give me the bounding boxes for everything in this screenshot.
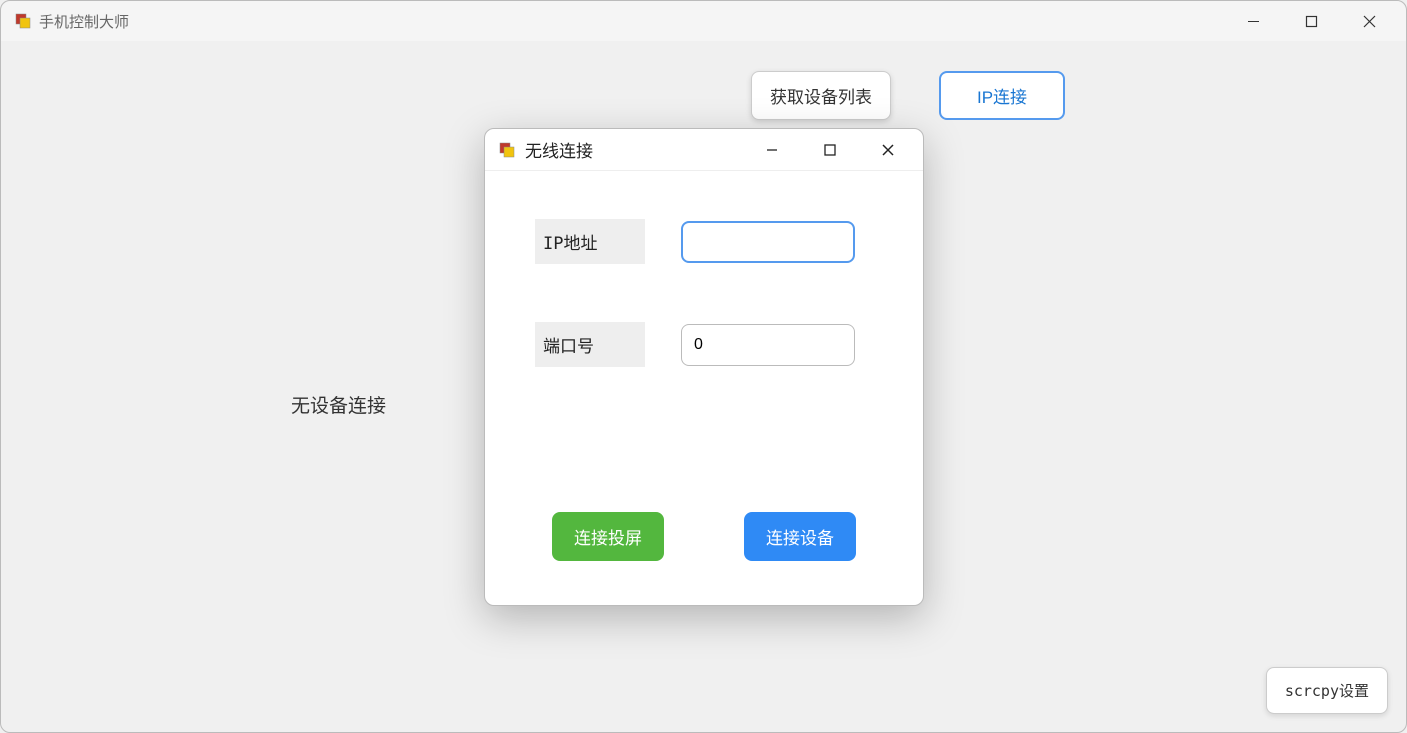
dialog-window-controls [743, 129, 917, 171]
dialog-app-icon [499, 142, 515, 158]
dialog-close-button[interactable] [859, 129, 917, 171]
dialog-button-bar: 连接投屏 连接设备 [485, 512, 923, 561]
connect-screen-button[interactable]: 连接投屏 [552, 512, 664, 561]
wireless-connect-dialog: 无线连接 IP地址 端口号 连接投屏 连接设备 [484, 128, 924, 606]
dialog-titlebar: 无线连接 [485, 129, 923, 171]
ip-address-label: IP地址 [535, 219, 645, 264]
main-window-title: 手机控制大师 [39, 11, 1224, 32]
connect-device-button[interactable]: 连接设备 [744, 512, 856, 561]
ip-connect-button[interactable]: IP连接 [939, 71, 1065, 120]
no-device-text: 无设备连接 [291, 391, 386, 418]
maximize-button[interactable] [1282, 1, 1340, 41]
top-button-bar: 获取设备列表 IP连接 [751, 71, 1065, 120]
close-button[interactable] [1340, 1, 1398, 41]
scrcpy-settings-button[interactable]: scrcpy设置 [1266, 667, 1388, 714]
main-window-controls [1224, 1, 1398, 41]
minimize-button[interactable] [1224, 1, 1282, 41]
dialog-body: IP地址 端口号 连接投屏 连接设备 [485, 171, 923, 605]
port-label: 端口号 [535, 322, 645, 367]
port-row: 端口号 [535, 322, 873, 367]
app-icon [15, 13, 31, 29]
dialog-maximize-button[interactable] [801, 129, 859, 171]
dialog-title: 无线连接 [525, 137, 743, 162]
main-titlebar: 手机控制大师 [1, 1, 1406, 41]
port-input[interactable] [681, 324, 855, 366]
dialog-minimize-button[interactable] [743, 129, 801, 171]
ip-address-input[interactable] [681, 221, 855, 263]
get-device-list-button[interactable]: 获取设备列表 [751, 71, 891, 120]
ip-address-row: IP地址 [535, 219, 873, 264]
